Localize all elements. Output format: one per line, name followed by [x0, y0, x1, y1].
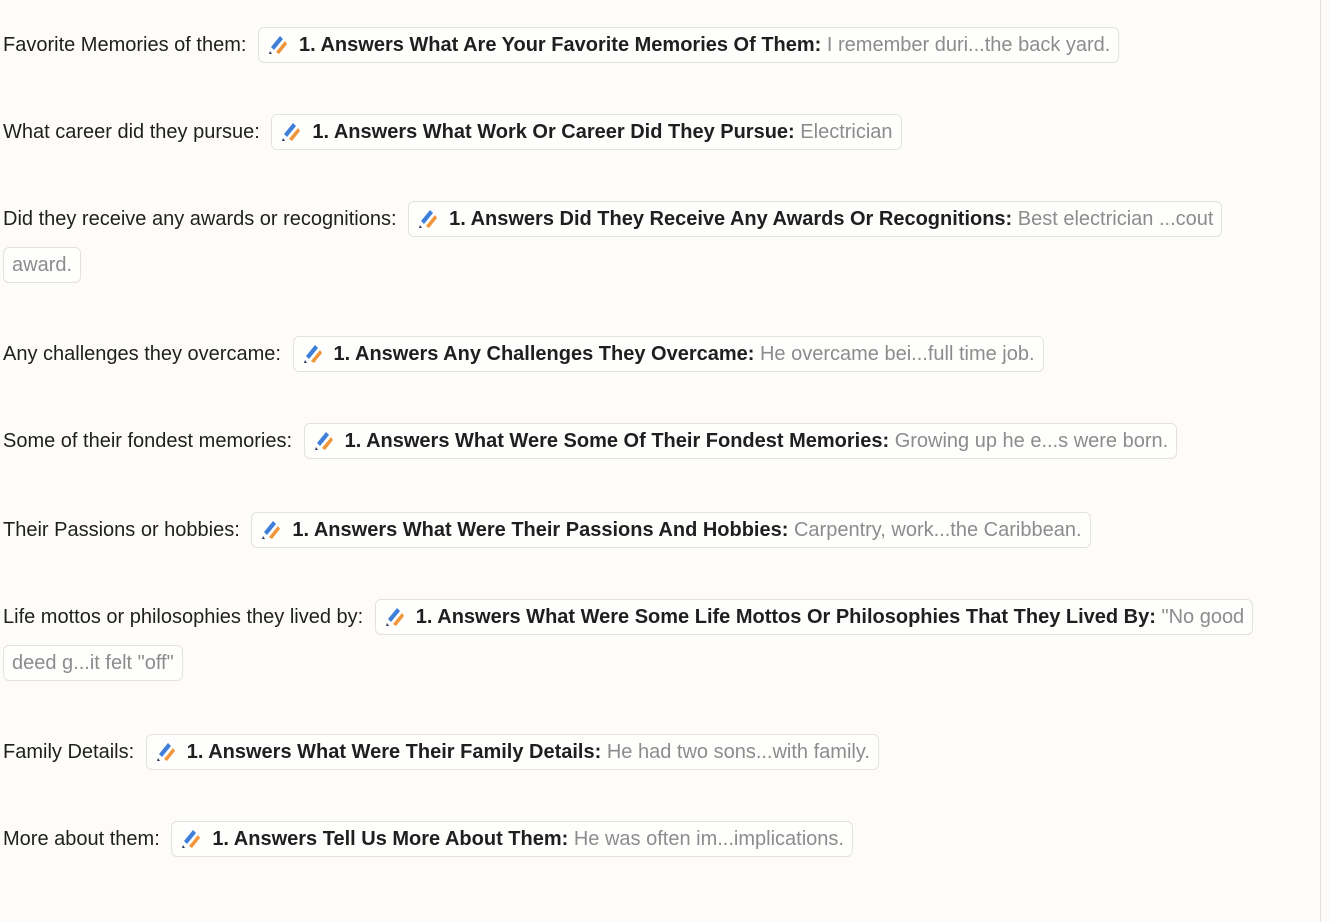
pill-key: 1. Answers What Were Some Life Mottos Or… — [415, 606, 1156, 628]
pill-value: Carpentry, work...the Caribbean. — [793, 519, 1082, 541]
pill-key: 1. Answers What Were Some Of Their Fonde… — [344, 430, 890, 452]
pill-key: 1. Answers Did They Receive Any Awards O… — [449, 208, 1013, 230]
field-row-favorite-memories: Favorite Memories of them: 1. Answers Wh… — [3, 22, 1263, 68]
field-row-life-mottos: Life mottos or philosophies they lived b… — [3, 594, 1263, 686]
mapped-value-pill[interactable]: 1. Answers What Work Or Career Did They … — [271, 114, 902, 150]
app-step-icon — [282, 123, 301, 141]
pill-value: He was often im...implications. — [573, 828, 844, 850]
mapped-value-pill[interactable]: 1. Answers Any Challenges They Overcame:… — [292, 336, 1044, 372]
mapped-value-pill[interactable]: 1. Answers What Were Their Passions And … — [251, 512, 1091, 548]
pill-value: I remember duri...the back yard. — [826, 34, 1111, 56]
mapped-value-pill[interactable]: 1. Answers What Are Your Favorite Memori… — [257, 27, 1120, 63]
mapped-value-pill[interactable]: 1. Answers Tell Us More About Them: He w… — [171, 821, 853, 857]
field-label: What career did they pursue: — [3, 121, 260, 143]
field-label: Family Details: — [3, 741, 135, 763]
app-step-icon — [156, 743, 175, 761]
field-row-fondest-memories: Some of their fondest memories: 1. Answe… — [3, 418, 1263, 464]
field-label: Their Passions or hobbies: — [3, 519, 240, 541]
field-row-family-details: Family Details: 1. Answers What Were The… — [3, 729, 1263, 775]
pill-key: 1. Answers Any Challenges They Overcame: — [333, 343, 755, 365]
mapped-value-pill[interactable]: 1. Answers What Were Some Of Their Fonde… — [303, 423, 1178, 459]
field-label: Some of their fondest memories: — [3, 430, 293, 452]
pill-key: 1. Answers What Were Their Family Detail… — [186, 741, 602, 763]
pill-value: Electrician — [800, 121, 893, 143]
app-step-icon — [268, 36, 287, 54]
pill-key: 1. Answers What Work Or Career Did They … — [312, 121, 795, 143]
field-label: Did they receive any awards or recogniti… — [3, 208, 397, 230]
pill-value: He overcame bei...full time job. — [759, 343, 1035, 365]
app-step-icon — [182, 830, 201, 848]
field-label: More about them: — [3, 828, 160, 850]
pill-value: He had two sons...with family. — [606, 741, 870, 763]
app-step-icon — [314, 432, 333, 450]
field-mapping-list: Favorite Memories of them: 1. Answers Wh… — [3, 22, 1263, 903]
field-row-passions: Their Passions or hobbies: 1. Answers Wh… — [3, 507, 1263, 553]
field-label: Life mottos or philosophies they lived b… — [3, 606, 364, 628]
app-step-icon — [303, 345, 322, 363]
pill-key: 1. Answers Tell Us More About Them: — [212, 828, 569, 850]
app-step-icon — [419, 210, 438, 228]
app-step-icon — [262, 521, 281, 539]
field-row-more-about: More about them: 1. Answers Tell Us More… — [3, 816, 1263, 862]
field-label: Favorite Memories of them: — [3, 34, 247, 56]
field-row-awards: Did they receive any awards or recogniti… — [3, 196, 1263, 288]
mapped-value-pill[interactable]: 1. Answers What Were Their Family Detail… — [145, 734, 879, 770]
pill-value: Growing up he e...s were born. — [894, 430, 1169, 452]
field-label: Any challenges they overcame: — [3, 343, 281, 365]
pill-key: 1. Answers What Are Your Favorite Memori… — [298, 34, 822, 56]
scrollbar-track — [1320, 0, 1321, 922]
app-step-icon — [385, 608, 404, 626]
field-row-challenges: Any challenges they overcame: 1. Answers… — [3, 331, 1263, 377]
pill-key: 1. Answers What Were Their Passions And … — [292, 519, 789, 541]
field-row-career: What career did they pursue: 1. Answers … — [3, 109, 1263, 155]
